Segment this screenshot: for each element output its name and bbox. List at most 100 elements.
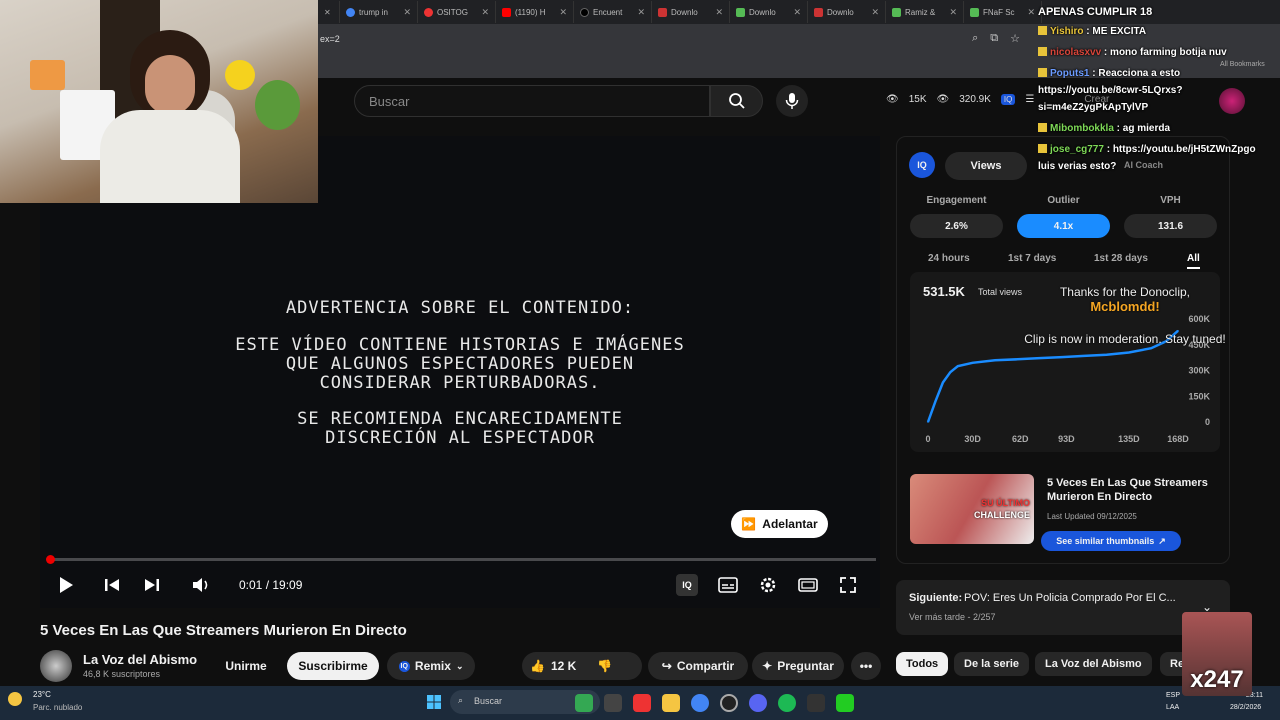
zoom-icon[interactable]: ⌕: [972, 32, 978, 45]
bookmark-star-icon[interactable]: ☆: [1010, 32, 1020, 45]
see-similar-button[interactable]: See similar thumbnails ↗: [1041, 531, 1181, 551]
browser-tab[interactable]: Downlo ✕: [808, 1, 886, 23]
related-updated: Last Updated 09/12/2025: [1047, 512, 1137, 521]
browser-tab[interactable]: (1190) H ✕: [496, 1, 574, 23]
subscribe-button[interactable]: Suscribirme: [287, 652, 379, 680]
voice-search-button[interactable]: [776, 85, 808, 117]
x-tick-label: 135D: [1118, 434, 1140, 444]
ask-button[interactable]: ✦ Preguntar: [752, 652, 844, 680]
eye-icon: 👁: [936, 94, 950, 105]
previous-icon: [105, 579, 119, 591]
range-tab[interactable]: 1st 7 days: [1008, 253, 1056, 264]
browser-tab[interactable]: Encuent ✕: [574, 1, 652, 23]
folder-icon[interactable]: [662, 694, 680, 712]
vidiq-icon[interactable]: IQ: [1000, 94, 1016, 105]
progress-scrubber[interactable]: [46, 555, 55, 564]
chat-text: ag mierda: [1122, 123, 1171, 134]
progress-bar[interactable]: [48, 558, 876, 561]
channel-avatar[interactable]: [40, 650, 72, 682]
channel-name[interactable]: La Voz del Abismo: [83, 652, 197, 667]
settings-button[interactable]: [756, 573, 780, 597]
donation-line: Thanks for the Donoclip,: [1059, 285, 1191, 299]
search-button[interactable]: [710, 85, 763, 117]
windows-start-icon[interactable]: [427, 695, 441, 709]
taskbar-app-icon[interactable]: [836, 694, 854, 712]
x-tick-label: 168D: [1167, 434, 1189, 444]
taskbar-app-icon[interactable]: [575, 694, 593, 712]
install-icon[interactable]: ⧉: [990, 32, 998, 45]
chip-series[interactable]: De la serie: [954, 652, 1030, 676]
captions-button[interactable]: [716, 573, 740, 597]
browser-tab-close-first[interactable]: ✕: [318, 1, 340, 23]
weather-desc: Parc. nublado: [33, 703, 83, 712]
more-button[interactable]: •••: [851, 652, 881, 680]
chat-text: luis verias esto?: [1038, 161, 1117, 172]
share-button[interactable]: ↪ Compartir: [648, 652, 748, 680]
join-button[interactable]: Unirme: [213, 652, 279, 680]
gear-icon: [760, 577, 776, 593]
views-data-point: [994, 359, 996, 361]
time-display: 0:01 / 19:09: [239, 578, 303, 592]
sparkle-icon: ✦: [762, 659, 773, 673]
keyboard-language[interactable]: ESP: [1166, 692, 1180, 699]
chat-badge-icon: [1038, 144, 1047, 153]
browser-tab[interactable]: OSITOG ✕: [418, 1, 496, 23]
x-tick-label: 93D: [1058, 434, 1075, 444]
spotify-icon[interactable]: [778, 694, 796, 712]
menu-icon[interactable]: ☰: [1025, 94, 1034, 105]
weather-temp: 23°C: [33, 690, 51, 699]
related-title[interactable]: 5 Veces En Las Que Streamers Murieron En…: [1047, 476, 1227, 504]
range-tab-active[interactable]: All: [1187, 253, 1200, 269]
play-button[interactable]: [54, 573, 78, 597]
obs-icon[interactable]: [720, 694, 738, 712]
metric-label: VPH: [1160, 195, 1181, 206]
chat-text: mono farming botija nuv: [1110, 47, 1227, 58]
metric-value: 2.6%: [910, 214, 1003, 238]
chat-message: Mibombokkla : ag mierda: [1038, 123, 1170, 134]
skip-ahead-button[interactable]: ⏩ Adelantar: [731, 510, 828, 538]
address-bar-icons: ⌕ ⧉ ☆: [972, 32, 1020, 45]
browser-tab[interactable]: Downlo ✕: [652, 1, 730, 23]
views-data-point: [971, 361, 974, 364]
download-site-icon: [658, 7, 667, 17]
related-thumbnail[interactable]: SU ÚLTIMO CHALLENGE: [910, 474, 1034, 544]
up-next-title: POV: Eres Un Policia Comprado Por El C..…: [964, 592, 1176, 604]
vidiq-player-icon[interactable]: IQ: [676, 574, 698, 596]
more-icon: •••: [859, 659, 873, 673]
browser-tab[interactable]: trump in ✕: [340, 1, 418, 23]
volume-button[interactable]: [190, 573, 214, 597]
taskbar-app-icon[interactable]: [807, 694, 825, 712]
next-button[interactable]: [140, 573, 164, 597]
chip-channel[interactable]: La Voz del Abismo: [1035, 652, 1152, 676]
discord-icon[interactable]: [749, 694, 767, 712]
range-tab[interactable]: 1st 28 days: [1094, 253, 1148, 264]
chat-message: jose_cg777 : https://youtu.be/jH5tZWnZpg…: [1038, 144, 1256, 155]
keyboard-layout: LAA: [1166, 704, 1180, 711]
chip-all[interactable]: Todos: [896, 652, 949, 676]
chat-username: Mibombokkla: [1050, 123, 1114, 134]
search-input[interactable]: Buscar: [354, 85, 710, 117]
chat-message: si=m4eZ2ygPkApTylVP: [1038, 102, 1148, 113]
browser-tab[interactable]: Downlo ✕: [730, 1, 808, 23]
metric-value: 131.6: [1124, 214, 1217, 238]
remix-button[interactable]: IQ Remix ⌄: [387, 652, 475, 680]
chat-message: Yishiro : ME EXCITA: [1038, 26, 1146, 37]
x-tick-label: 0: [925, 434, 930, 444]
previous-button[interactable]: [100, 573, 124, 597]
browser-tab[interactable]: FNaF Sc ✕: [964, 1, 1042, 23]
up-next-card[interactable]: Siguiente: POV: Eres Un Policia Comprado…: [896, 580, 1230, 635]
range-tab[interactable]: 24 hours: [928, 253, 970, 264]
like-button[interactable]: 👍 12 K: [530, 659, 576, 673]
taskbar-app-icon[interactable]: [633, 694, 651, 712]
taskbar-app-icon[interactable]: [604, 694, 622, 712]
tiktok-icon: [580, 7, 589, 17]
theater-button[interactable]: [796, 573, 820, 597]
views-data-point: [1150, 347, 1153, 349]
tab-views[interactable]: Views: [945, 152, 1027, 180]
chrome-icon[interactable]: [691, 694, 709, 712]
chat-message: https://youtu.be/8cwr-5LQrxs?: [1038, 85, 1182, 96]
chat-message: nicolasxvv : mono farming botija nuv: [1038, 47, 1227, 58]
fullscreen-button[interactable]: [836, 573, 860, 597]
browser-tab[interactable]: Ramiz & ✕: [886, 1, 964, 23]
dislike-button[interactable]: 👎: [597, 659, 612, 673]
